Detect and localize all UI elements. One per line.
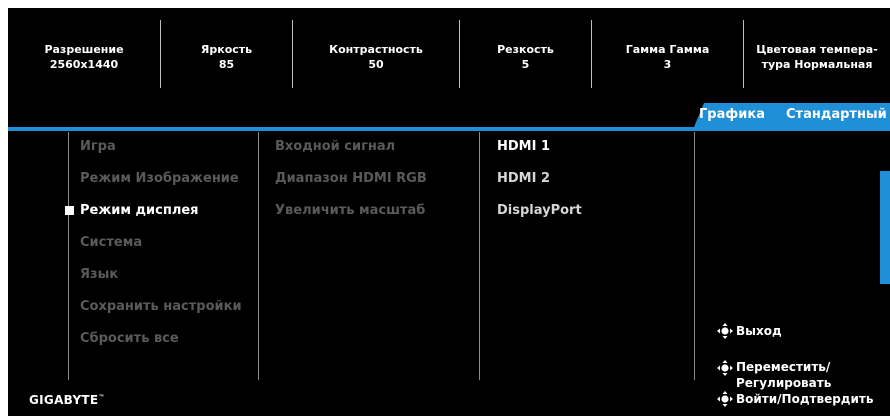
column-divider (68, 132, 69, 380)
hint-move-line1: Переместить/ (736, 360, 831, 374)
submenu-zoom[interactable]: Увеличить масштаб (275, 203, 425, 218)
status-gamma: Гамма Гамма 3 (592, 8, 743, 106)
option-hdmi-2[interactable]: HDMI 2 (497, 171, 550, 186)
status-brightness: Яркость 85 (161, 8, 292, 106)
trademark-mark: ™ (98, 394, 105, 401)
status-value: 5 (521, 58, 530, 71)
status-resolution: Разрешение 2560x1440 (8, 8, 160, 106)
status-bar: Разрешение 2560x1440 Яркость 85 Контраст… (8, 8, 890, 106)
hint-exit: Выход (736, 324, 782, 338)
column-divider (694, 132, 695, 380)
status-contrast: Контрастность 50 (293, 8, 459, 106)
tab-underline (8, 127, 890, 131)
status-sharpness: Резкость 5 (460, 8, 591, 106)
hint-enter: Войти/Подтвердить (736, 392, 874, 406)
submenu-hdmi-rgb-range[interactable]: Диапазон HDMI RGB (275, 171, 427, 186)
menu-item-language[interactable]: Язык (80, 267, 118, 282)
menu-item-system[interactable]: Система (80, 235, 142, 250)
option-hdmi-1[interactable]: HDMI 1 (497, 139, 550, 154)
column-divider (479, 132, 480, 380)
osd-menu: Разрешение 2560x1440 Яркость 85 Контраст… (8, 8, 890, 416)
tab-graphics[interactable]: Графика (699, 105, 765, 125)
hint-move-line2: Регулировать (736, 376, 832, 390)
selection-marker (65, 206, 74, 215)
menu-item-display-mode[interactable]: Режим дисплея (80, 203, 199, 218)
status-value: 3 (663, 58, 672, 71)
menu-item-reset-all[interactable]: Сбросить все (80, 331, 179, 346)
scrollbar[interactable] (880, 171, 890, 284)
menu-item-picture-mode[interactable]: Режим Изображение (80, 171, 239, 186)
status-label: Резкость (497, 43, 554, 56)
joystick-icon (717, 391, 733, 407)
status-value: 50 (368, 58, 384, 71)
status-label: Цветовая темпера- (756, 43, 878, 56)
status-value: 85 (218, 58, 235, 71)
status-label: Гамма Гамма (625, 43, 710, 56)
status-value: тура Нормальная (761, 58, 873, 71)
menu-item-game[interactable]: Игра (80, 139, 116, 154)
logo-text: GIGABYTE (29, 393, 99, 407)
joystick-icon (717, 360, 733, 376)
status-label: Разрешение (44, 43, 124, 56)
status-label: Яркость (200, 43, 253, 56)
option-displayport[interactable]: DisplayPort (497, 203, 582, 218)
status-color-temperature: Цветовая темпера- тура Нормальная (744, 8, 890, 106)
tab-mode-standard[interactable]: Стандартный (786, 105, 887, 125)
joystick-icon (717, 323, 733, 339)
column-divider (258, 132, 259, 380)
menu-item-save-settings[interactable]: Сохранить настройки (80, 299, 242, 314)
status-label: Контрастность (329, 43, 423, 56)
status-value: 2560x1440 (49, 58, 119, 71)
gigabyte-logo: GIGABYTE™ (29, 393, 105, 407)
submenu-input-signal[interactable]: Входной сигнал (275, 139, 395, 154)
hint-move: Переместить/ Регулировать (736, 359, 831, 391)
